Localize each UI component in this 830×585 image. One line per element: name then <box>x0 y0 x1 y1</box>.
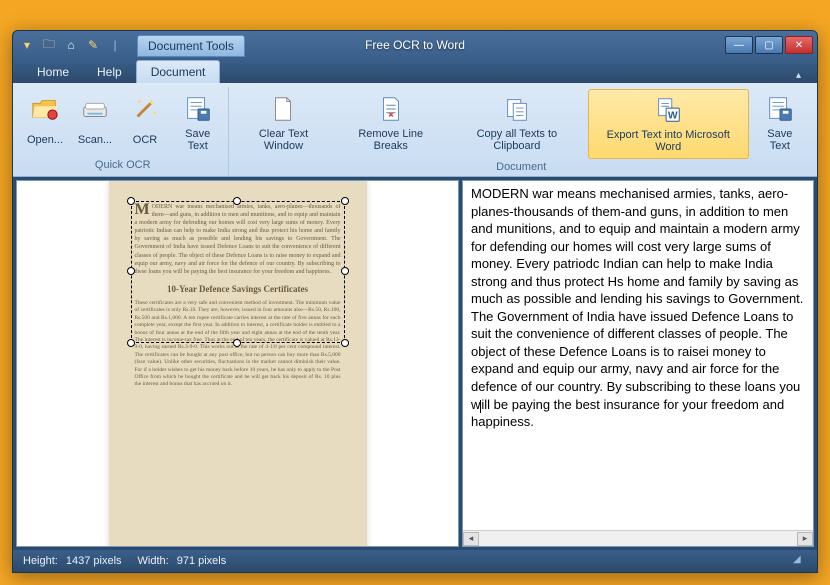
ribbon: Open... Scan... OCR <box>13 83 817 177</box>
save-icon <box>764 93 796 125</box>
tab-home[interactable]: Home <box>23 61 83 83</box>
maximize-button[interactable]: ▢ <box>755 36 783 54</box>
scanner-icon[interactable]: ⌂ <box>63 37 79 53</box>
ocr-button[interactable]: OCR <box>121 89 169 157</box>
handle-s[interactable] <box>233 339 241 347</box>
text-pane: MODERN war means mechanised armies, tank… <box>462 180 814 547</box>
handle-e[interactable] <box>341 267 349 275</box>
window-title: Free OCR to Word <box>365 38 465 52</box>
clear-text-label: Clear Text Window <box>239 127 327 153</box>
tab-document[interactable]: Document <box>136 60 221 83</box>
scroll-right-icon[interactable]: ▸ <box>797 532 813 546</box>
remove-breaks-icon <box>375 93 407 125</box>
copy-icon <box>501 93 533 125</box>
close-button[interactable]: ✕ <box>785 36 813 54</box>
folder-icon[interactable]: 🗀 <box>41 37 57 53</box>
ribbon-group-quick-ocr: Open... Scan... OCR <box>17 87 229 176</box>
copy-clipboard-button[interactable]: Copy all Texts to Clipboard <box>448 89 586 159</box>
app-window: ▾ 🗀 ⌂ ✎ | Document Tools Free OCR to Wor… <box>12 30 818 573</box>
scanner-icon <box>79 93 111 125</box>
group-title-quick-ocr: Quick OCR <box>21 157 224 174</box>
handle-sw[interactable] <box>127 339 135 347</box>
remove-breaks-label: Remove Line Breaks <box>342 127 440 153</box>
scroll-left-icon[interactable]: ◂ <box>463 532 479 546</box>
scan-button[interactable]: Scan... <box>71 89 119 157</box>
remove-breaks-button[interactable]: Remove Line Breaks <box>336 89 446 159</box>
statusbar: Height: 1437 pixels Width: 971 pixels ◢ <box>13 550 817 572</box>
status-width-label: Width: <box>138 555 169 567</box>
content-area: MODERN war means mechanised armies, tank… <box>13 177 817 550</box>
save-icon <box>182 93 214 125</box>
blank-page-icon <box>267 93 299 125</box>
handle-se[interactable] <box>341 339 349 347</box>
titlebar: ▾ 🗀 ⌂ ✎ | Document Tools Free OCR to Wor… <box>13 31 817 59</box>
collapse-ribbon-icon[interactable]: ▴ <box>790 68 807 83</box>
quick-access-toolbar: ▾ 🗀 ⌂ ✎ | Document Tools <box>13 35 251 56</box>
handle-ne[interactable] <box>341 197 349 205</box>
status-height-label: Height: <box>23 555 58 567</box>
ocr-selection-box[interactable] <box>131 201 345 343</box>
clear-text-button[interactable]: Clear Text Window <box>233 89 333 159</box>
save-text-label: Save Text <box>177 127 218 153</box>
open-label: Open... <box>27 127 63 153</box>
resize-grip-icon[interactable]: ◢ <box>793 554 807 568</box>
ocr-text-after: ill be paying the best insurance for you… <box>471 397 784 430</box>
handle-nw[interactable] <box>127 197 135 205</box>
save-text-button-2[interactable]: Save Text <box>751 89 809 159</box>
context-tab-document-tools[interactable]: Document Tools <box>137 35 245 57</box>
wand-icon[interactable]: ✎ <box>85 37 101 53</box>
handle-n[interactable] <box>233 197 241 205</box>
tab-help[interactable]: Help <box>83 61 136 83</box>
save-text-label-2: Save Text <box>757 127 803 153</box>
status-height-value: 1437 pixels <box>66 555 122 567</box>
copy-clip-label: Copy all Texts to Clipboard <box>454 127 580 153</box>
image-pane[interactable]: MODERN war means mechanised armies, tank… <box>16 180 459 547</box>
menu-icon[interactable]: ▾ <box>19 37 35 53</box>
scan-label: Scan... <box>78 127 112 153</box>
open-button[interactable]: Open... <box>21 89 69 157</box>
export-word-label: Export Text into Microsoft Word <box>595 128 742 154</box>
horizontal-scrollbar[interactable]: ◂ ▸ <box>463 530 813 546</box>
ribbon-group-document: Clear Text Window Remove Line Breaks Cop… <box>229 87 813 176</box>
wand-icon <box>129 93 161 125</box>
svg-text:W: W <box>668 110 678 121</box>
save-text-button[interactable]: Save Text <box>171 89 224 157</box>
folder-open-icon <box>29 93 61 125</box>
ribbon-tabs: Home Help Document ▴ <box>13 59 817 83</box>
ocr-text-editor[interactable]: MODERN war means mechanised armies, tank… <box>463 181 813 530</box>
export-word-button[interactable]: W Export Text into Microsoft Word <box>588 89 749 159</box>
ocr-text-before: MODERN war means mechanised armies, tank… <box>471 186 803 412</box>
group-title-document: Document <box>233 159 809 176</box>
word-icon: W <box>652 94 684 126</box>
scroll-track[interactable] <box>479 532 797 546</box>
scanned-page: MODERN war means mechanised armies, tank… <box>109 181 367 547</box>
divider: | <box>107 37 123 53</box>
ocr-label: OCR <box>133 127 157 153</box>
handle-w[interactable] <box>127 267 135 275</box>
status-width-value: 971 pixels <box>177 555 227 567</box>
minimize-button[interactable]: — <box>725 36 753 54</box>
